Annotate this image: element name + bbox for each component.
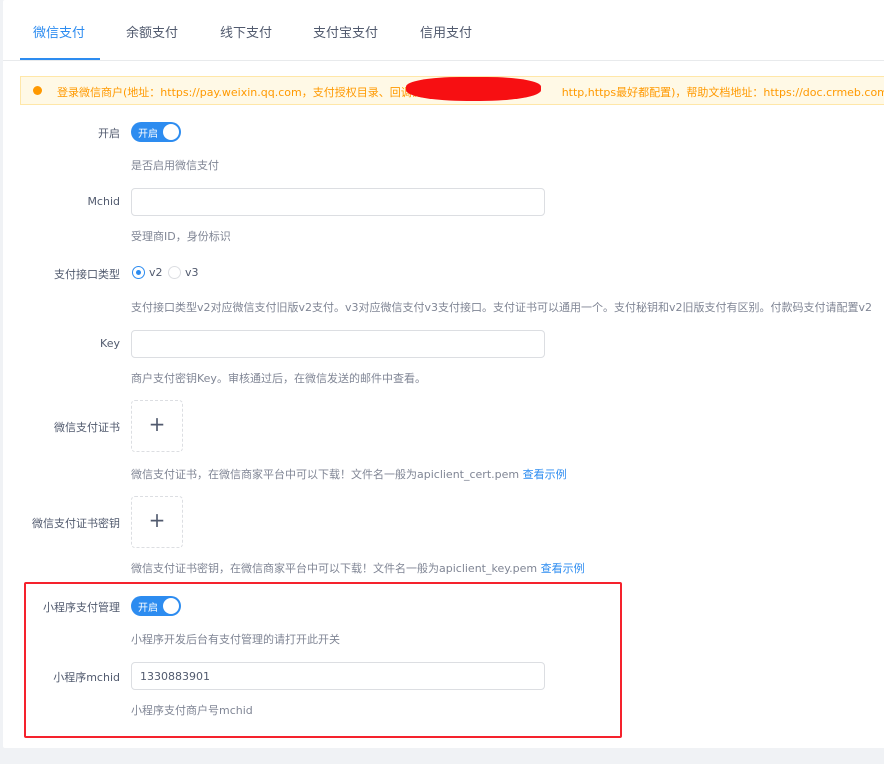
enable-label: 开启 bbox=[98, 127, 120, 140]
mchid-input[interactable] bbox=[131, 188, 545, 216]
cert-key-help-text: 微信支付证书密钥，在微信商家平台中可以下载！文件名一般为apiclient_ke… bbox=[131, 562, 538, 575]
api-type-help: 支付接口类型v2对应微信支付旧版v2支付。v3对应微信支付v3支付接口。支付证书… bbox=[131, 301, 873, 314]
plus-icon: + bbox=[148, 508, 166, 532]
cert-key-example-link[interactable]: 查看示例 bbox=[541, 562, 585, 575]
mchid-label: Mchid bbox=[87, 195, 120, 208]
cert-label: 微信支付证书 bbox=[54, 421, 120, 434]
cert-help: 微信支付证书，在微信商家平台中可以下载！文件名一般为apiclient_cert… bbox=[131, 466, 567, 482]
key-label: Key bbox=[100, 337, 120, 350]
cert-upload-button[interactable]: + bbox=[131, 400, 183, 452]
redaction-mark bbox=[406, 77, 541, 101]
radio-v3-label[interactable]: v3 bbox=[185, 266, 199, 279]
cert-help-text: 微信支付证书，在微信商家平台中可以下载！文件名一般为apiclient_cert… bbox=[131, 468, 520, 481]
enable-help: 是否启用微信支付 bbox=[131, 159, 219, 172]
cert-key-label: 微信支付证书密钥 bbox=[32, 517, 120, 530]
alert-text-before: 登录微信商户(地址：https://pay.weixin.qq.com，支付授权… bbox=[57, 86, 434, 99]
key-input[interactable] bbox=[131, 330, 545, 358]
active-tab-indicator bbox=[20, 58, 100, 60]
radio-v2[interactable] bbox=[132, 266, 145, 279]
highlight-annotation-box bbox=[24, 582, 622, 738]
alert-text-after: http,https最好都配置)，帮助文档地址：https://doc.crme… bbox=[561, 86, 884, 99]
tab-alipay[interactable]: 支付宝支付 bbox=[313, 22, 378, 41]
payment-tabs: 微信支付 余额支付 线下支付 支付宝支付 信用支付 bbox=[3, 0, 884, 61]
switch-knob bbox=[163, 124, 179, 140]
tab-balance-pay[interactable]: 余额支付 bbox=[126, 22, 178, 41]
info-dot-icon bbox=[33, 86, 42, 95]
cert-key-upload-button[interactable]: + bbox=[131, 496, 183, 548]
enable-switch-text: 开启 bbox=[138, 129, 158, 140]
api-type-label: 支付接口类型 bbox=[54, 268, 120, 281]
enable-switch[interactable]: 开启 bbox=[131, 122, 181, 142]
key-help: 商户支付密钥Key。审核通过后，在微信发送的邮件中查看。 bbox=[131, 372, 426, 385]
radio-v3[interactable] bbox=[168, 266, 181, 279]
mchid-help: 受理商ID，身份标识 bbox=[131, 230, 231, 243]
tab-credit-pay[interactable]: 信用支付 bbox=[420, 22, 472, 41]
cert-key-help: 微信支付证书密钥，在微信商家平台中可以下载！文件名一般为apiclient_ke… bbox=[131, 560, 585, 576]
plus-icon: + bbox=[148, 412, 166, 436]
tab-wechat-pay[interactable]: 微信支付 bbox=[33, 22, 85, 41]
radio-v2-label[interactable]: v2 bbox=[149, 266, 163, 279]
cert-example-link[interactable]: 查看示例 bbox=[523, 468, 567, 481]
tab-offline-pay[interactable]: 线下支付 bbox=[220, 22, 272, 41]
